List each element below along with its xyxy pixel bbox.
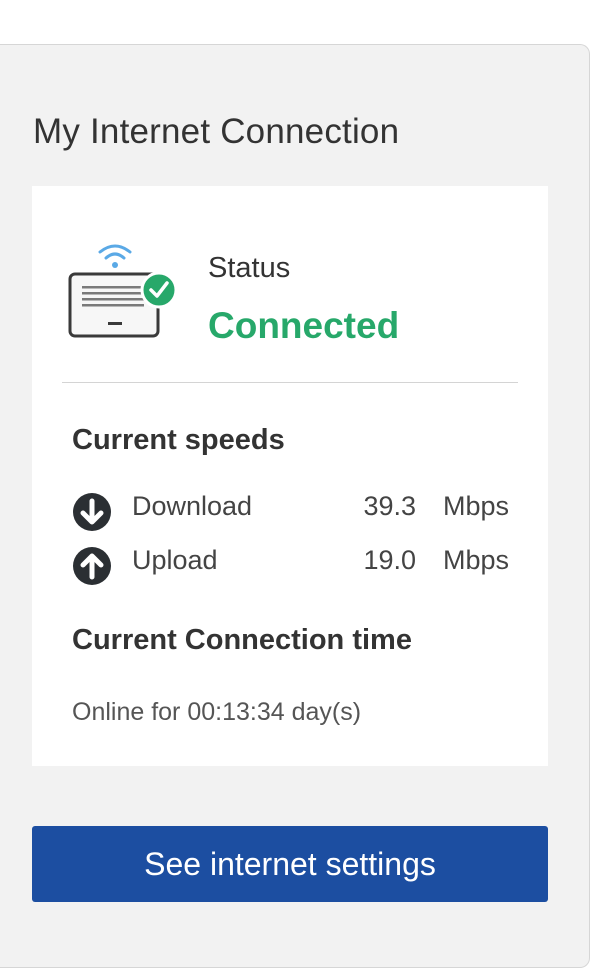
status-value: Connected [208, 305, 400, 346]
upload-row: Upload 19.0 Mbps [72, 542, 518, 585]
online-duration: Online for 00:13:34 day(s) [72, 698, 362, 726]
download-value: 39.3 [363, 491, 416, 521]
arrow-down-circle-icon [73, 493, 111, 531]
upload-label: Upload [132, 545, 218, 575]
see-internet-settings-button[interactable]: See internet settings [32, 826, 548, 902]
speeds-title: Current speeds [72, 424, 285, 456]
router-connected-icon [68, 244, 178, 338]
download-unit: Mbps [443, 491, 510, 521]
download-row: Download 39.3 Mbps [72, 488, 518, 531]
download-label: Download [132, 491, 253, 521]
connection-time-title: Current Connection time [72, 624, 412, 656]
upload-value: 19.0 [363, 545, 416, 575]
upload-unit: Mbps [443, 545, 510, 575]
panel-title: My Internet Connection [33, 112, 400, 151]
divider [62, 382, 518, 383]
status-label: Status [208, 252, 291, 284]
arrow-up-circle-icon [73, 547, 111, 585]
